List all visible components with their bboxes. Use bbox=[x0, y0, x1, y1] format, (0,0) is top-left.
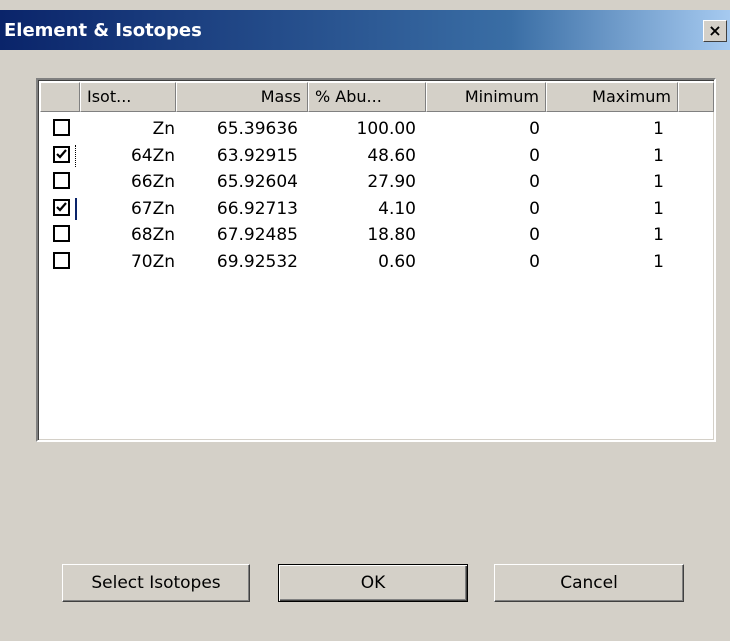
isotope-cell: 67Zn bbox=[130, 198, 175, 219]
minimum-cell: 0 bbox=[529, 225, 540, 245]
abundance-cell: 27.90 bbox=[367, 172, 416, 192]
minimum-cell: 0 bbox=[529, 172, 540, 192]
mass-cell: 65.92604 bbox=[216, 172, 298, 192]
table-row[interactable]: 70Zn 69.92532 0.60 0 1 bbox=[40, 249, 714, 275]
mass-cell: 69.92532 bbox=[216, 251, 298, 272]
table-row[interactable]: Zn 65.39636 100.00 0 1 bbox=[40, 116, 714, 142]
maximum-cell: 1 bbox=[653, 172, 664, 192]
element-isotopes-dialog: Element & Isotopes × Isot... Mass % Abu.… bbox=[0, 0, 730, 641]
text-cursor bbox=[75, 197, 77, 220]
header-filler bbox=[678, 82, 714, 112]
isotope-cell: 70Zn bbox=[130, 251, 175, 272]
maximum-cell: 1 bbox=[653, 119, 664, 139]
select-isotopes-button[interactable]: Select Isotopes bbox=[62, 564, 250, 602]
cancel-button[interactable]: Cancel bbox=[494, 564, 684, 602]
isotope-list[interactable]: Isot... Mass % Abu... Minimum Maximum Zn… bbox=[36, 78, 716, 442]
minimum-cell: 0 bbox=[529, 251, 540, 272]
isotope-checkbox[interactable] bbox=[53, 119, 70, 136]
isotope-cell: Zn bbox=[152, 119, 175, 139]
maximum-cell: 1 bbox=[653, 145, 664, 166]
header-mass[interactable]: Mass bbox=[176, 82, 308, 112]
isotope-checkbox[interactable] bbox=[53, 145, 70, 163]
mass-cell: 63.92915 bbox=[216, 145, 298, 166]
minimum-cell: 0 bbox=[529, 119, 540, 139]
ok-button[interactable]: OK bbox=[278, 564, 468, 602]
table-row[interactable]: 66Zn 65.92604 27.90 0 1 bbox=[40, 169, 714, 195]
table-row[interactable]: 68Zn 67.92485 18.80 0 1 bbox=[40, 222, 714, 248]
isotope-cell: 66Zn bbox=[130, 172, 175, 192]
focus-indicator bbox=[75, 144, 78, 167]
abundance-cell: 48.60 bbox=[367, 145, 416, 166]
header-minimum[interactable]: Minimum bbox=[426, 82, 546, 112]
title-bar[interactable]: Element & Isotopes × bbox=[0, 10, 730, 50]
isotope-checkbox[interactable] bbox=[53, 225, 70, 242]
mass-cell: 66.92713 bbox=[216, 198, 298, 219]
close-button[interactable]: × bbox=[703, 20, 727, 42]
maximum-cell: 1 bbox=[653, 198, 664, 219]
table-row[interactable]: 67Zn 66.92713 4.10 0 1 bbox=[40, 196, 714, 222]
abundance-cell: 100.00 bbox=[356, 119, 416, 139]
header-checkbox-column[interactable] bbox=[40, 82, 80, 112]
checkmark-icon bbox=[56, 148, 67, 159]
table-row[interactable]: 64Zn 63.92915 48.60 0 1 bbox=[40, 143, 714, 169]
isotope-cell: 68Zn bbox=[130, 225, 175, 245]
mass-cell: 65.39636 bbox=[216, 119, 298, 139]
close-icon: × bbox=[708, 21, 722, 40]
checkmark-icon bbox=[56, 201, 67, 212]
header-abundance[interactable]: % Abu... bbox=[308, 82, 426, 112]
maximum-cell: 1 bbox=[653, 251, 664, 272]
maximum-cell: 1 bbox=[653, 225, 664, 245]
mass-cell: 67.92485 bbox=[216, 225, 298, 245]
header-maximum[interactable]: Maximum bbox=[546, 82, 678, 112]
isotope-cell: 64Zn bbox=[130, 145, 175, 166]
isotope-checkbox[interactable] bbox=[53, 251, 70, 269]
window-title: Element & Isotopes bbox=[4, 20, 202, 41]
abundance-cell: 18.80 bbox=[367, 225, 416, 245]
minimum-cell: 0 bbox=[529, 198, 540, 219]
isotope-checkbox[interactable] bbox=[53, 172, 70, 189]
minimum-cell: 0 bbox=[529, 145, 540, 166]
isotope-checkbox[interactable] bbox=[53, 198, 70, 216]
header-isotope[interactable]: Isot... bbox=[80, 82, 176, 112]
list-header: Isot... Mass % Abu... Minimum Maximum bbox=[40, 82, 714, 112]
abundance-cell: 4.10 bbox=[378, 198, 416, 219]
abundance-cell: 0.60 bbox=[378, 251, 416, 272]
